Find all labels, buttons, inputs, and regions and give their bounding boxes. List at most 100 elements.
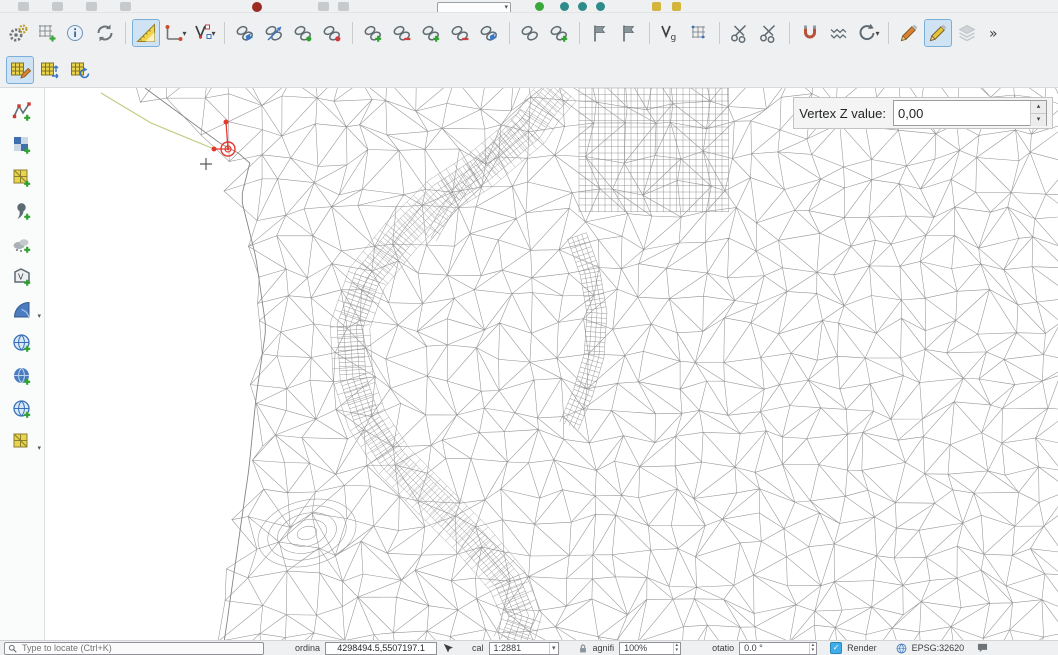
add-icon[interactable] bbox=[535, 2, 544, 11]
partial-toolbar-icon[interactable] bbox=[120, 2, 131, 11]
coordinate-label: ordina bbox=[295, 643, 320, 653]
remove-face-button[interactable] bbox=[446, 19, 474, 47]
mesh-transform-button[interactable] bbox=[36, 56, 64, 84]
spin-arrows-icon[interactable]: ▴▾ bbox=[809, 643, 817, 654]
mesh-calculator-button[interactable] bbox=[33, 19, 61, 47]
mesh-reload-button[interactable] bbox=[91, 19, 119, 47]
select-by-expression-button[interactable]: g bbox=[656, 19, 684, 47]
advanced-digitizing-button[interactable] bbox=[132, 19, 160, 47]
mesh-info-icon bbox=[65, 22, 87, 44]
locate-search[interactable] bbox=[4, 642, 264, 655]
chevron-down-icon[interactable]: ▾ bbox=[37, 444, 41, 452]
add-delimited-text-layer-button[interactable] bbox=[9, 199, 35, 225]
flip-edges-button[interactable] bbox=[260, 19, 288, 47]
edit-topology-button[interactable] bbox=[685, 19, 713, 47]
save-edits-button[interactable] bbox=[953, 19, 981, 47]
smooth-mesh-button[interactable] bbox=[516, 19, 544, 47]
chevron-down-icon[interactable]: ▾ bbox=[211, 29, 215, 38]
add-wcs-layer-button[interactable] bbox=[9, 397, 35, 423]
scale-combobox[interactable]: 1:2881 ▾ bbox=[489, 642, 559, 655]
vertex-tool-button[interactable]: ▾ bbox=[190, 19, 218, 47]
partial-toolbar-icon[interactable] bbox=[652, 2, 661, 11]
add-vertex-button[interactable] bbox=[359, 19, 387, 47]
toolbar-separator bbox=[719, 22, 720, 44]
mesh-reindex-button[interactable] bbox=[66, 56, 94, 84]
magnifier-spinbox[interactable]: 100% ▴▾ bbox=[619, 642, 681, 655]
merge-faces-button[interactable] bbox=[289, 19, 317, 47]
coordinate-input[interactable] bbox=[325, 642, 437, 655]
reindex-mesh-icon bbox=[828, 22, 850, 44]
add-wms-layer-icon bbox=[11, 332, 33, 357]
refine-faces-button[interactable] bbox=[545, 19, 573, 47]
toolbar-separator bbox=[125, 22, 126, 44]
extent-pointer-icon[interactable] bbox=[442, 643, 453, 654]
vertex-z-increment-button[interactable]: ▴ bbox=[1031, 101, 1046, 114]
partial-toolbar-icon[interactable] bbox=[18, 2, 29, 11]
toolbar-separator bbox=[888, 22, 889, 44]
status-bar: ordina cal 1:2881 ▾ agnifi 100% ▴▾ otati… bbox=[0, 640, 1058, 655]
rotation-spinbox[interactable]: 0.0 ° ▴▾ bbox=[739, 642, 817, 655]
force-by-selection-button[interactable] bbox=[231, 19, 259, 47]
digitize-mesh-button[interactable] bbox=[924, 19, 952, 47]
add-wms-layer-button[interactable] bbox=[9, 331, 35, 357]
spin-arrows-icon[interactable]: ▴▾ bbox=[673, 643, 681, 654]
mesh-reload-icon bbox=[94, 22, 116, 44]
partial-toolbar-icon[interactable] bbox=[560, 2, 569, 11]
chevron-down-icon[interactable]: ▾ bbox=[37, 312, 41, 320]
cad-construction-button[interactable]: ▾ bbox=[161, 19, 189, 47]
add-web-layer-button[interactable]: ▾ bbox=[9, 430, 35, 456]
mesh-info-button[interactable] bbox=[62, 19, 90, 47]
add-virtual-layer-button[interactable]: V bbox=[9, 265, 35, 291]
add-database-layer-icon bbox=[11, 299, 33, 324]
toolbar-overflow-button[interactable]: » bbox=[982, 19, 1010, 47]
add-face-button[interactable] bbox=[417, 19, 445, 47]
add-wfs-layer-button[interactable] bbox=[9, 364, 35, 390]
partial-toolbar-icon[interactable] bbox=[318, 2, 329, 11]
add-vector-layer-button[interactable] bbox=[9, 100, 35, 126]
add-database-layer-button[interactable]: ▾ bbox=[9, 298, 35, 324]
render-checkbox[interactable]: ✓ bbox=[830, 642, 842, 654]
split-mesh-icon bbox=[729, 22, 751, 44]
chevron-down-icon[interactable]: ▾ bbox=[875, 29, 879, 38]
crs-globe-icon[interactable] bbox=[896, 643, 907, 654]
delimit-area-2-button[interactable] bbox=[615, 19, 643, 47]
select-by-expression-icon: g bbox=[659, 22, 681, 44]
partial-toolbar-icon[interactable] bbox=[578, 2, 587, 11]
add-point-cloud-layer-button[interactable] bbox=[9, 232, 35, 258]
toolbar-separator bbox=[352, 22, 353, 44]
add-raster-layer-button[interactable] bbox=[9, 133, 35, 159]
vertex-z-decrement-button[interactable]: ▾ bbox=[1031, 114, 1046, 126]
remove-vertex-button[interactable] bbox=[388, 19, 416, 47]
delimit-area-1-button[interactable] bbox=[586, 19, 614, 47]
toggle-editing-button[interactable] bbox=[895, 19, 923, 47]
map-canvas[interactable]: Vertex Z value: ▴ ▾ bbox=[45, 88, 1058, 640]
reindex-mesh-button[interactable] bbox=[825, 19, 853, 47]
partial-toolbar-icon[interactable] bbox=[86, 2, 97, 11]
messages-icon[interactable] bbox=[977, 643, 988, 653]
split-faces-button[interactable] bbox=[318, 19, 346, 47]
chevron-down-icon[interactable]: ▾ bbox=[549, 643, 558, 654]
record-icon[interactable] bbox=[252, 2, 262, 12]
partial-toolbar-icon[interactable] bbox=[596, 2, 605, 11]
toggle-mesh-editing-button[interactable] bbox=[6, 56, 34, 84]
lock-scale-icon[interactable] bbox=[578, 643, 588, 654]
edit-topology-icon bbox=[688, 22, 710, 44]
snapping-button[interactable] bbox=[796, 19, 824, 47]
smooth-mesh-icon bbox=[519, 22, 541, 44]
vertex-z-input[interactable] bbox=[894, 103, 1030, 123]
add-mesh-layer-button[interactable] bbox=[9, 166, 35, 192]
scale-label: cal bbox=[472, 643, 484, 653]
move-elements-button[interactable] bbox=[475, 19, 503, 47]
partial-toolbar-icon[interactable] bbox=[338, 2, 349, 11]
partial-toolbar-icon[interactable] bbox=[672, 2, 681, 11]
chevron-down-icon[interactable]: ▾ bbox=[182, 29, 186, 38]
row1-combobox[interactable] bbox=[437, 2, 511, 13]
crs-status[interactable]: EPSG:32620 bbox=[912, 643, 965, 653]
trim-mesh-button[interactable] bbox=[755, 19, 783, 47]
split-mesh-button[interactable] bbox=[726, 19, 754, 47]
partial-toolbar-icon[interactable] bbox=[52, 2, 63, 11]
locate-input[interactable] bbox=[20, 643, 244, 654]
vertex-z-spinbox[interactable]: ▴ ▾ bbox=[893, 100, 1047, 126]
rotate-tool-button[interactable]: ▾ bbox=[854, 19, 882, 47]
processing-gears-button[interactable] bbox=[4, 19, 32, 47]
